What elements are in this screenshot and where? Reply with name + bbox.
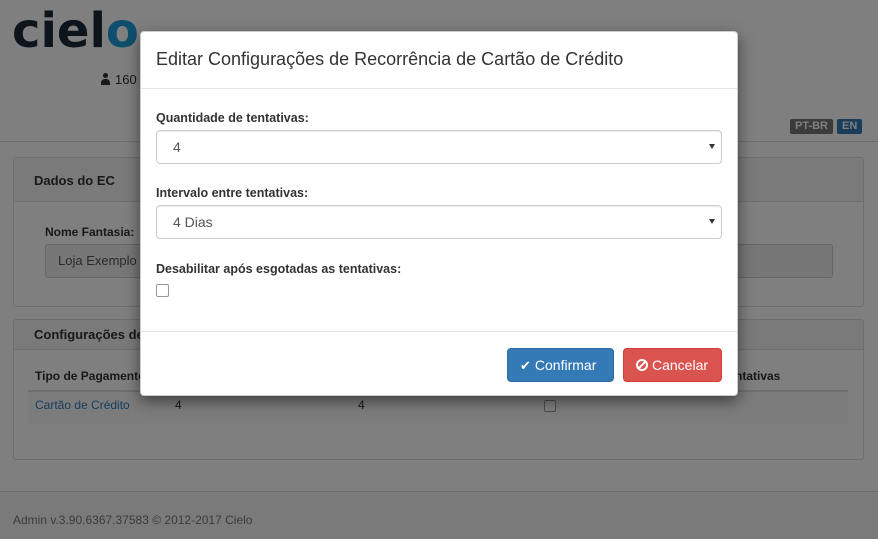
desabilitar-checkbox[interactable] — [156, 284, 169, 297]
intervalo-value: 4 Dias — [173, 214, 213, 230]
check-icon: ✔ — [520, 358, 531, 373]
modal-footer: ✔ Confirmar Cancelar — [141, 331, 737, 395]
modal-title: Editar Configurações de Recorrência de C… — [156, 49, 624, 69]
quantidade-label: Quantidade de tentativas: — [156, 111, 309, 125]
desabilitar-label: Desabilitar após esgotadas as tentativas… — [156, 262, 402, 276]
intervalo-select[interactable]: 4 Dias — [156, 205, 722, 239]
chevron-down-icon — [709, 144, 715, 149]
edit-recurrence-modal: Editar Configurações de Recorrência de C… — [140, 31, 738, 396]
modal-header: Editar Configurações de Recorrência de C… — [141, 32, 737, 89]
quantidade-select[interactable]: 4 — [156, 130, 722, 164]
ban-icon — [636, 359, 648, 371]
quantidade-value: 4 — [173, 139, 181, 155]
modal-body: Quantidade de tentativas: 4 Intervalo en… — [141, 89, 737, 332]
intervalo-label: Intervalo entre tentativas: — [156, 186, 309, 200]
confirm-button[interactable]: ✔ Confirmar — [507, 348, 614, 382]
cancel-button[interactable]: Cancelar — [623, 348, 722, 382]
chevron-down-icon — [709, 219, 715, 224]
